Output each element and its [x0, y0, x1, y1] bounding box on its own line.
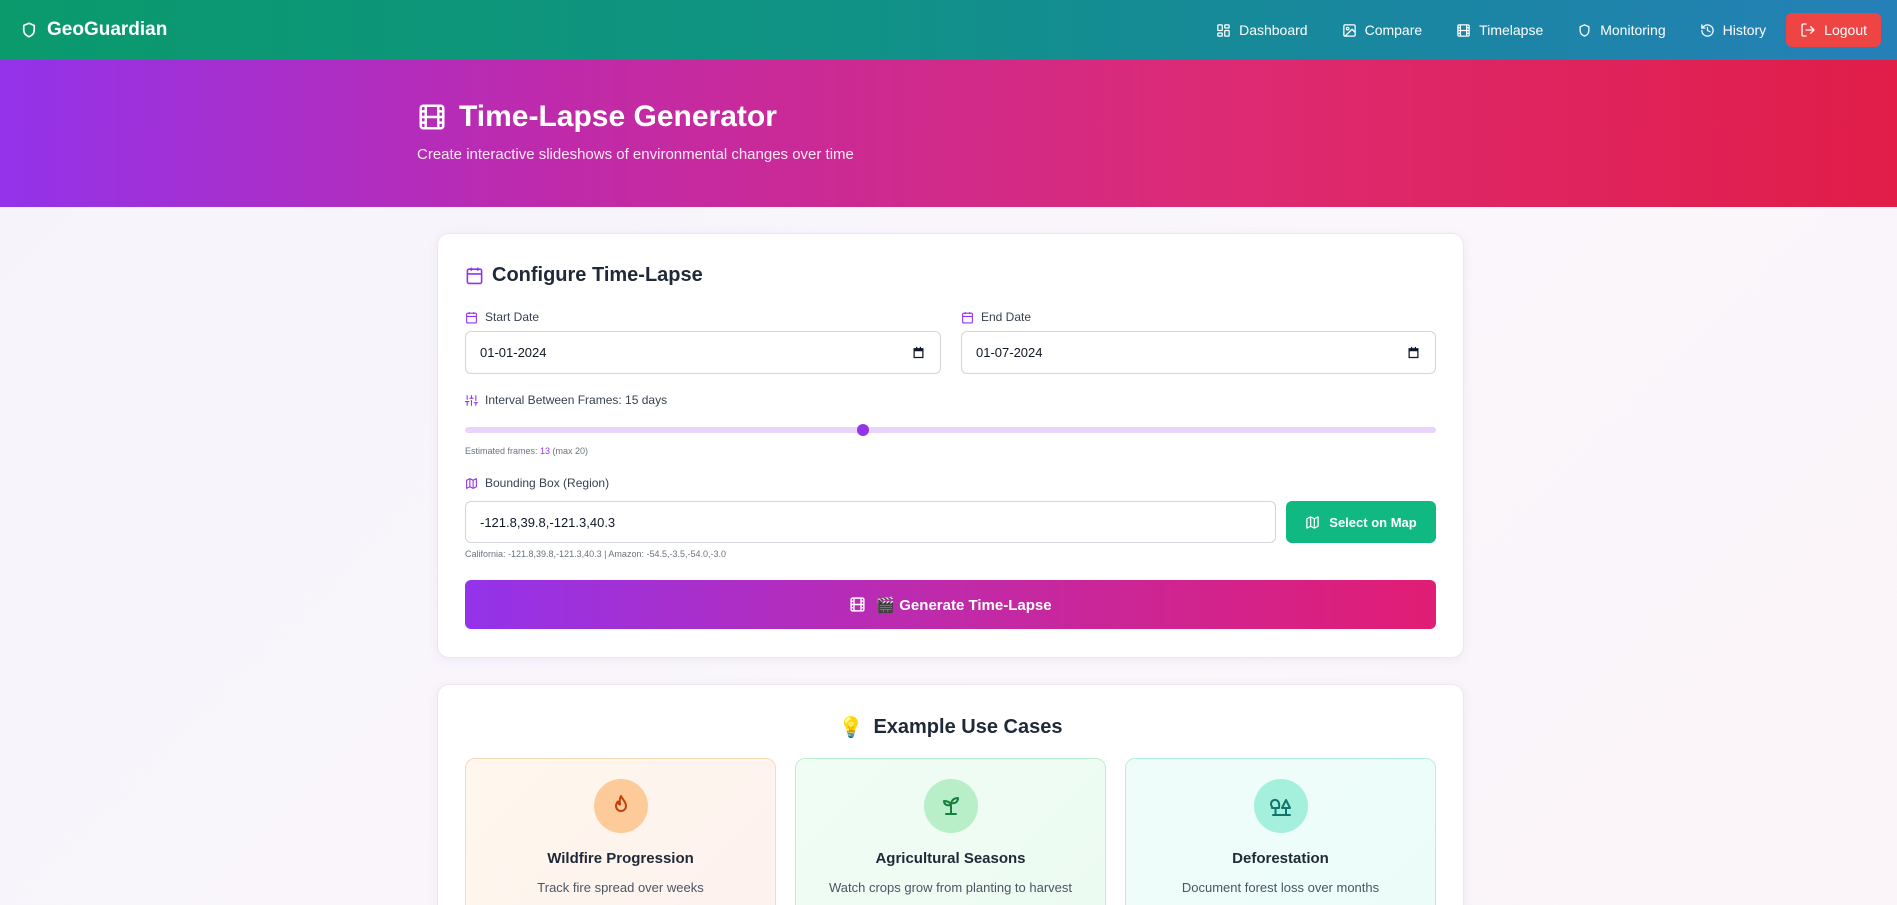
flame-icon [594, 779, 648, 833]
sliders-icon [465, 394, 478, 407]
use-case-title: Wildfire Progression [547, 850, 694, 867]
generate-timelapse-button[interactable]: 🎬 Generate Time-Lapse [465, 580, 1436, 629]
history-icon [1700, 23, 1715, 38]
bbox-label: Bounding Box (Region) [465, 476, 609, 490]
start-date-value: 01-01-2024 [480, 345, 547, 360]
lightbulb-icon: 💡 [838, 717, 864, 739]
select-on-map-button[interactable]: Select on Map [1286, 501, 1436, 543]
bbox-label-text: Bounding Box (Region) [485, 476, 610, 490]
use-cases-card: 💡 Example Use Cases Wildfire Progression… [437, 684, 1464, 905]
est-suffix: (max 20) [550, 446, 589, 456]
start-date-label-text: Start Date [485, 310, 540, 324]
start-date-label: Start Date [465, 310, 539, 324]
interval-slider[interactable] [465, 424, 1436, 436]
use-case-desc: Document forest loss over months [1181, 880, 1380, 895]
map-icon [465, 477, 478, 490]
logout-icon [1800, 22, 1816, 38]
brand-name: GeoGuardian [47, 19, 168, 40]
bbox-hint: California: -121.8,39.8,-121.3,40.3 | Am… [465, 549, 726, 559]
use-case-desc: Track fire spread over weeks [537, 880, 704, 895]
use-case-desc: Watch crops grow from planting to harves… [828, 880, 1072, 895]
use-case-agriculture[interactable]: Agricultural Seasons Watch crops grow fr… [795, 758, 1106, 905]
nav-label: Timelapse [1479, 22, 1544, 38]
estimated-frames: Estimated frames: 13 (max 20) [465, 446, 588, 456]
calendar-icon [465, 266, 484, 285]
use-case-title: Agricultural Seasons [875, 850, 1026, 867]
nav-label: Monitoring [1600, 22, 1666, 38]
configure-title-text: Configure Time-Lapse [492, 264, 703, 286]
bbox-value: -121.8,39.8,-121.3,40.3 [480, 514, 616, 530]
nav-item-compare[interactable]: Compare [1325, 12, 1440, 48]
nav-links: Dashboard Compare Timelapse Monitoring H… [1199, 12, 1881, 48]
page-title-text: Time-Lapse Generator [459, 100, 777, 133]
nav-label: Compare [1364, 22, 1423, 38]
film-icon [849, 596, 866, 613]
page-title: Time-Lapse Generator [417, 100, 777, 134]
shield-icon [1577, 23, 1592, 38]
interval-label: Interval Between Frames: 15 days [465, 393, 667, 407]
logout-label: Logout [1824, 22, 1867, 38]
map-icon [1305, 515, 1320, 530]
nav-item-timelapse[interactable]: Timelapse [1439, 12, 1560, 48]
configure-card: Configure Time-Lapse Start Date 01-01-20… [437, 233, 1464, 658]
generate-label: 🎬 Generate Time-Lapse [876, 596, 1052, 614]
nav-item-history[interactable]: History [1683, 12, 1784, 48]
est-prefix: Estimated frames: [465, 446, 541, 456]
use-case-deforestation[interactable]: Deforestation Document forest loss over … [1125, 758, 1436, 905]
calendar-icon [465, 311, 478, 324]
use-case-wildfire[interactable]: Wildfire Progression Track fire spread o… [465, 758, 776, 905]
top-navbar: GeoGuardian Dashboard Compare Timelapse … [0, 0, 1897, 60]
sprout-icon [924, 779, 978, 833]
configure-title: Configure Time-Lapse [465, 264, 703, 287]
brand[interactable]: GeoGuardian [20, 19, 167, 41]
use-cases-title: 💡 Example Use Cases [438, 715, 1463, 740]
slider-thumb[interactable] [857, 424, 870, 436]
nav-item-monitoring[interactable]: Monitoring [1560, 12, 1682, 48]
page-subtitle: Create interactive slideshows of environ… [417, 146, 854, 163]
est-value: 13 [540, 446, 551, 456]
calendar-picker-icon[interactable] [1406, 345, 1421, 360]
shield-logo-icon [20, 21, 38, 39]
film-icon [1456, 23, 1471, 38]
trees-icon [1254, 779, 1308, 833]
bbox-input[interactable]: -121.8,39.8,-121.3,40.3 [465, 501, 1276, 543]
end-date-label-text: End Date [981, 310, 1032, 324]
calendar-icon [961, 311, 974, 324]
end-date-input[interactable]: 01-07-2024 [961, 331, 1436, 374]
interval-label-text: Interval Between Frames: 15 days [485, 393, 668, 407]
calendar-picker-icon[interactable] [911, 345, 926, 360]
start-date-input[interactable]: 01-01-2024 [465, 331, 941, 374]
logout-button[interactable]: Logout [1786, 13, 1881, 47]
nav-item-dashboard[interactable]: Dashboard [1199, 12, 1325, 48]
image-icon [1342, 23, 1357, 38]
end-date-value: 01-07-2024 [976, 345, 1043, 360]
dashboard-icon [1216, 23, 1231, 38]
nav-label: History [1722, 22, 1767, 38]
film-icon [417, 102, 447, 132]
select-on-map-label: Select on Map [1329, 514, 1417, 530]
nav-label: Dashboard [1239, 22, 1308, 38]
end-date-label: End Date [961, 310, 1031, 324]
use-cases-title-text: Example Use Cases [873, 716, 1063, 738]
hero-banner: Time-Lapse Generator Create interactive … [0, 60, 1897, 207]
use-case-title: Deforestation [1232, 850, 1329, 867]
